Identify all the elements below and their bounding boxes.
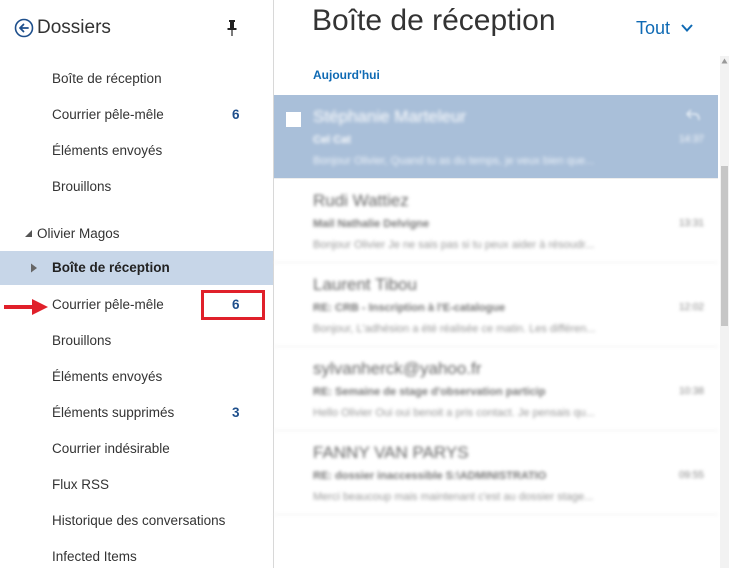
mail-app: Dossiers Boîte de réception Courrier pêl… — [0, 0, 729, 568]
message-checkbox[interactable] — [286, 112, 301, 127]
message-time: 12:02 — [678, 302, 704, 313]
pin-icon[interactable] — [226, 20, 238, 36]
favorite-folder-inbox[interactable]: Boîte de réception — [0, 62, 273, 96]
unread-count: 3 — [232, 405, 240, 420]
folder-drafts[interactable]: Brouillons — [0, 324, 273, 358]
folder-junk[interactable]: Courrier indésirable — [0, 432, 273, 466]
highlight-box — [201, 290, 265, 320]
folder-label: Brouillons — [52, 179, 112, 194]
unread-count: 6 — [232, 107, 240, 122]
message-time: 09:55 — [678, 470, 704, 481]
message-subject: RE: CRB - Inscription à l'E-catalogue — [313, 302, 506, 314]
folder-infected-items[interactable]: Infected Items — [0, 540, 273, 568]
account-header[interactable]: Olivier Magos — [0, 217, 273, 251]
folder-label: Éléments supprimés — [52, 405, 175, 420]
message-subject: RE: Semaine de stage d'observation parti… — [313, 386, 546, 398]
message-preview: Bonjour Olivier, Quand tu as du temps, j… — [313, 155, 595, 167]
message-sender: Rudi Wattiez — [313, 191, 409, 210]
favorite-folder-sent[interactable]: Éléments envoyés — [0, 134, 273, 168]
message-sender: FANNY VAN PARYS — [313, 443, 469, 462]
message-sender: Laurent Tibou — [313, 275, 417, 294]
folder-pane: Dossiers Boîte de réception Courrier pêl… — [0, 0, 274, 568]
folder-label: Boîte de réception — [52, 71, 162, 86]
message-item[interactable]: Laurent Tibou RE: CRB - Inscription à l'… — [274, 263, 718, 347]
message-preview: Hello Olivier Oui oui benoit a pris cont… — [313, 407, 595, 419]
date-group-header: Aujourd'hui — [313, 68, 380, 82]
folder-label: Historique des conversations — [52, 513, 226, 528]
message-subject: Cel Cat — [313, 134, 351, 146]
message-list-scrollbar[interactable] — [720, 56, 729, 568]
message-time: 14:37 — [678, 134, 704, 145]
message-sender: Stéphanie Marteleur — [313, 107, 467, 126]
favorite-folder-drafts[interactable]: Brouillons — [0, 170, 273, 204]
filter-label: Tout — [636, 17, 671, 38]
scroll-thumb[interactable] — [721, 166, 728, 326]
folder-label: Flux RSS — [52, 477, 110, 492]
message-preview: Bonjour, L'adhésion a été réalisée ce ma… — [313, 323, 596, 335]
favorite-folder-clutter[interactable]: Courrier pêle-mêle 6 — [0, 98, 273, 132]
folder-label: Éléments envoyés — [52, 369, 163, 384]
message-item[interactable]: Stéphanie Marteleur Cel Cat 14:37 Bonjou… — [274, 95, 718, 179]
message-time: 10:38 — [678, 386, 704, 397]
folder-rss[interactable]: Flux RSS — [0, 468, 273, 502]
message-item[interactable]: sylvanherck@yahoo.fr RE: Semaine de stag… — [274, 347, 718, 431]
message-list: Stéphanie Marteleur Cel Cat 14:37 Bonjou… — [274, 95, 718, 515]
message-time: 13:31 — [678, 218, 704, 229]
folder-pane-title: Dossiers — [37, 17, 111, 38]
reply-icon — [686, 109, 700, 121]
folder-label: Boîte de réception — [52, 260, 170, 275]
back-icon[interactable] — [14, 18, 34, 38]
folder-label: Éléments envoyés — [52, 143, 163, 158]
message-sender: sylvanherck@yahoo.fr — [313, 359, 482, 378]
folder-inbox[interactable]: Boîte de réception — [0, 251, 273, 285]
message-preview: Merci beaucoup mais maintenant c'est au … — [313, 491, 594, 503]
message-preview: Bonjour Olivier Je ne sais pas si tu peu… — [313, 239, 595, 251]
message-subject: Mail Nathalie Delvigne — [313, 218, 430, 230]
message-subject: RE: dossier inaccessible S:\ADMINISTRATI… — [313, 470, 547, 482]
folder-sent[interactable]: Éléments envoyés — [0, 360, 273, 394]
chevron-down-icon — [681, 24, 693, 33]
folder-pane-header: Dossiers — [14, 12, 254, 44]
folder-conversation-history[interactable]: Historique des conversations — [0, 504, 273, 538]
triangle-right-icon[interactable] — [30, 263, 38, 273]
red-arrow-icon — [4, 299, 48, 315]
account-name: Olivier Magos — [37, 226, 120, 241]
folder-label: Courrier indésirable — [52, 441, 170, 456]
folder-label: Courrier pêle-mêle — [52, 107, 164, 122]
folder-label: Courrier pêle-mêle — [52, 297, 164, 312]
message-item[interactable]: FANNY VAN PARYS RE: dossier inaccessible… — [274, 431, 718, 515]
message-item[interactable]: Rudi Wattiez Mail Nathalie Delvigne 13:3… — [274, 179, 718, 263]
page-title: Boîte de réception — [312, 4, 556, 37]
scroll-up-icon[interactable] — [721, 58, 728, 64]
folder-label: Infected Items — [52, 549, 137, 564]
folder-deleted[interactable]: Éléments supprimés 3 — [0, 396, 273, 430]
triangle-expanded-icon[interactable] — [24, 229, 33, 238]
folder-label: Brouillons — [52, 333, 112, 348]
filter-dropdown[interactable]: Tout — [636, 17, 693, 41]
message-pane: Boîte de réception Tout Aujourd'hui Stép… — [274, 0, 729, 568]
